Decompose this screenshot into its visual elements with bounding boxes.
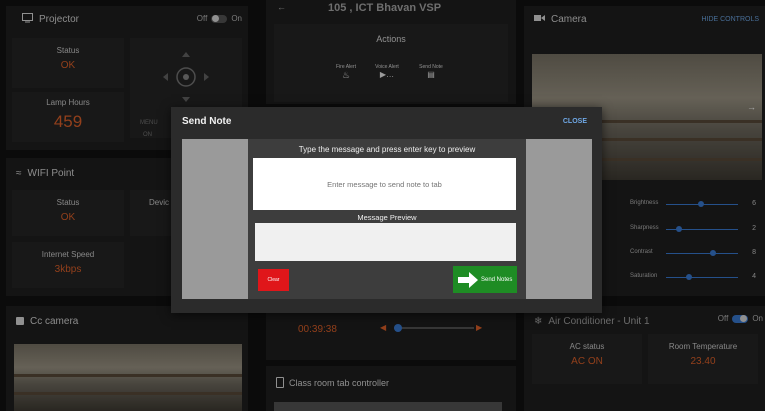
send-note-modal: Send Note CLOSE Type the message and pre… bbox=[171, 107, 602, 313]
modal-body: Type the message and press enter key to … bbox=[182, 139, 592, 299]
note-composer: Type the message and press enter key to … bbox=[248, 139, 526, 299]
close-button[interactable]: CLOSE bbox=[563, 118, 587, 125]
message-input[interactable] bbox=[253, 158, 516, 210]
message-preview-box bbox=[255, 223, 516, 261]
dashboard: Projector Off On Status OK Lamp Hours 45… bbox=[0, 0, 765, 411]
send-notes-button[interactable]: Send Notes bbox=[453, 266, 517, 293]
clear-button-label: Clear bbox=[267, 277, 280, 283]
instruction-text: Type the message and press enter key to … bbox=[298, 145, 476, 154]
message-preview-label: Message Preview bbox=[357, 213, 417, 222]
modal-title: Send Note bbox=[182, 116, 232, 127]
arrow-right-icon bbox=[458, 271, 478, 288]
clear-button[interactable]: Clear bbox=[258, 269, 289, 291]
send-notes-label: Send Notes bbox=[481, 276, 513, 283]
